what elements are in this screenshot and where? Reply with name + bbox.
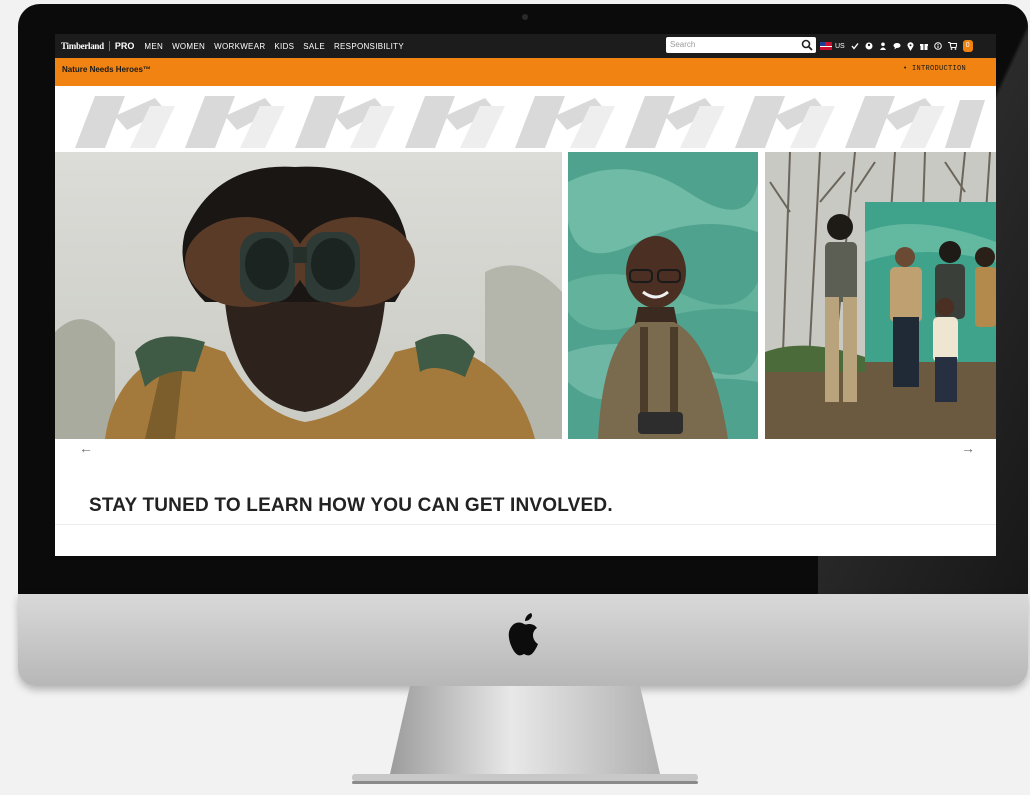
nav-links: MEN WOMEN WORKWEAR KIDS SALE RESPONSIBIL…	[144, 42, 413, 51]
location-icon[interactable]	[907, 41, 914, 51]
campaign-banner: Nature Needs Heroes™ • INTRODUCTION	[55, 58, 996, 86]
carousel-next-arrow[interactable]: →	[961, 440, 975, 456]
us-flag-icon[interactable]	[820, 42, 832, 50]
hero-image-portrait[interactable]	[568, 152, 758, 439]
campaign-title: Nature Needs Heroes™	[62, 65, 151, 74]
top-navigation: Timberland PRO MEN WOMEN WORKWEAR KIDS S…	[55, 34, 996, 58]
pro-logo[interactable]: PRO	[108, 41, 134, 51]
gift-icon[interactable]	[919, 42, 928, 50]
camera	[522, 14, 528, 20]
apple-logo-icon	[508, 613, 538, 656]
search-icon[interactable]	[801, 39, 813, 51]
involvement-headline: STAY TUNED TO LEARN HOW YOU CAN GET INVO…	[89, 495, 613, 516]
cart-count-badge[interactable]: 0	[962, 40, 973, 52]
region-label[interactable]: US	[835, 43, 845, 50]
timberland-logo[interactable]: Timberland	[61, 41, 104, 51]
chat-icon[interactable]	[893, 42, 901, 50]
search-input[interactable]: Search	[666, 37, 816, 53]
account-icon[interactable]	[865, 42, 873, 50]
nav-link-sale[interactable]: SALE	[303, 42, 325, 51]
check-icon	[851, 43, 859, 50]
nav-link-men[interactable]: MEN	[144, 42, 163, 51]
browser-screen: Timberland PRO MEN WOMEN WORKWEAR KIDS S…	[55, 34, 996, 556]
nav-link-workwear[interactable]: WORKWEAR	[214, 42, 265, 51]
user-icon[interactable]	[879, 42, 887, 50]
hero-image-binoculars[interactable]	[55, 152, 562, 439]
nav-link-kids[interactable]: KIDS	[274, 42, 294, 51]
introduction-link[interactable]: • INTRODUCTION	[903, 65, 966, 73]
carousel-prev-arrow[interactable]: ←	[79, 440, 93, 456]
hero-image-group[interactable]	[765, 152, 996, 439]
divider	[55, 524, 996, 525]
nav-link-women[interactable]: WOMEN	[172, 42, 205, 51]
decorative-pattern	[55, 86, 996, 152]
imac-stand	[352, 686, 698, 784]
utility-icons: US 0	[820, 34, 973, 58]
cart-icon[interactable]	[947, 42, 957, 50]
nav-link-responsibility[interactable]: RESPONSIBILITY	[334, 42, 404, 51]
info-icon[interactable]	[933, 42, 942, 50]
